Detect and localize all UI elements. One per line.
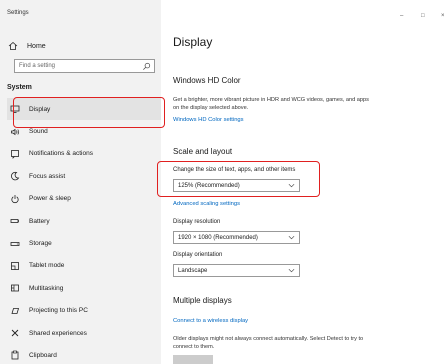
resolution-value: 1920 × 1080 (Recommended) [178,235,258,241]
sidebar: Settings Home Find a setting System Disp… [0,0,161,364]
sidebar-item-power-sleep[interactable]: Power & sleep [7,188,161,210]
notification-icon [9,148,21,160]
storage-icon [9,238,21,250]
home-nav-item[interactable]: Home [7,40,46,52]
highlight-box-display [13,97,165,128]
search-placeholder: Find a setting [19,63,56,69]
sidebar-item-tablet-mode[interactable]: Tablet mode [7,255,161,277]
maximize-button[interactable]: □ [421,13,425,19]
sidebar-item-label: Tablet mode [29,262,65,270]
home-label: Home [27,42,46,50]
page-title: Display [173,35,213,49]
home-icon [7,40,19,52]
chevron-down-icon [288,235,295,240]
hd-color-heading: Windows HD Color [173,76,241,85]
orientation-value: Landscape [178,268,208,274]
tablet-icon [9,260,21,272]
detect-button[interactable] [173,355,213,364]
highlight-box-scale [157,161,320,197]
orientation-dropdown[interactable]: Landscape [173,264,300,277]
search-icon [143,62,151,70]
battery-icon [9,215,21,227]
sidebar-item-label: Shared experiences [29,329,87,337]
sidebar-item-projecting[interactable]: Projecting to this PC [7,300,161,322]
window-title: Settings [7,10,29,16]
sidebar-item-multitasking[interactable]: Multitasking [7,277,161,299]
advanced-scaling-link[interactable]: Advanced scaling settings [173,201,240,207]
orientation-label: Display orientation [173,252,223,258]
sidebar-item-clipboard[interactable]: Clipboard [7,344,161,364]
resolution-dropdown[interactable]: 1920 × 1080 (Recommended) [173,231,300,244]
resolution-label: Display resolution [173,219,221,225]
section-heading-system: System [7,84,32,91]
multiple-displays-heading: Multiple displays [173,296,232,305]
sidebar-item-label: Notifications & actions [29,150,93,158]
sidebar-item-notifications[interactable]: Notifications & actions [7,143,161,165]
sidebar-item-label: Storage [29,240,52,248]
shared-icon [9,327,21,339]
multitasking-icon [9,282,21,294]
connect-wireless-display-link[interactable]: Connect to a wireless display [173,318,248,324]
sidebar-item-label: Projecting to this PC [29,307,88,315]
sidebar-item-label: Multitasking [29,284,64,292]
sidebar-item-label: Power & sleep [29,195,71,203]
projector-icon [9,305,21,317]
sidebar-item-focus-assist[interactable]: Focus assist [7,165,161,187]
multiple-displays-description: Older displays might not always connect … [173,336,364,350]
clipboard-icon [9,349,21,361]
moon-icon [9,170,21,182]
hd-color-settings-link[interactable]: Windows HD Color settings [173,117,244,123]
minimize-button[interactable]: – [400,13,403,19]
sidebar-nav: Display Sound Notifications & actions Fo… [7,98,161,364]
scale-layout-heading: Scale and layout [173,147,233,156]
sidebar-item-storage[interactable]: Storage [7,232,161,254]
close-button[interactable]: × [441,13,445,19]
sidebar-item-label: Battery [29,217,50,225]
sidebar-item-label: Clipboard [29,351,57,359]
hd-color-description: Get a brighter, more vibrant picture in … [173,97,369,111]
chevron-down-icon [288,268,295,273]
search-input[interactable]: Find a setting [14,59,155,73]
sidebar-item-label: Sound [29,128,48,136]
sidebar-item-battery[interactable]: Battery [7,210,161,232]
sidebar-item-label: Focus assist [29,172,66,180]
sidebar-item-shared-experiences[interactable]: Shared experiences [7,322,161,344]
power-icon [9,193,21,205]
